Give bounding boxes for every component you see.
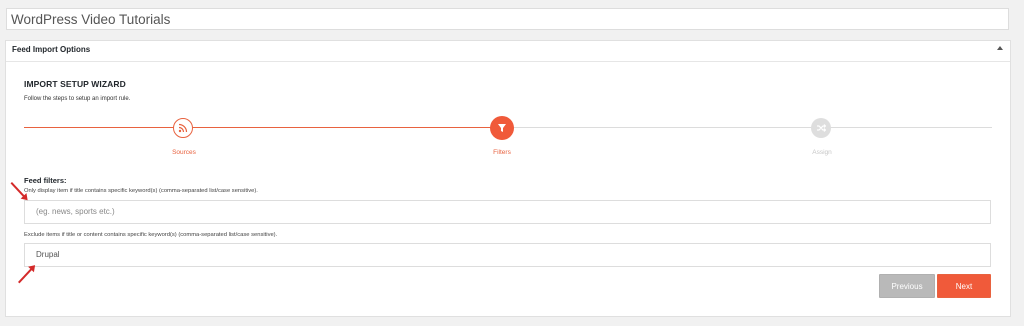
post-title-input[interactable]: WordPress Video Tutorials bbox=[6, 8, 1009, 30]
step-filters[interactable] bbox=[490, 116, 514, 140]
wizard-progress-line-inactive bbox=[502, 127, 992, 128]
step-label-assign: Assign bbox=[812, 149, 832, 156]
feed-import-options-metabox: Feed Import Options IMPORT SETUP WIZARD … bbox=[5, 40, 1011, 317]
exclude-keywords-input[interactable]: Drupal bbox=[24, 243, 991, 267]
metabox-title: Feed Import Options bbox=[12, 45, 91, 54]
step-assign[interactable] bbox=[811, 118, 831, 138]
wizard-heading: IMPORT SETUP WIZARD bbox=[24, 79, 126, 89]
include-keywords-input[interactable]: (eg. news, sports etc.) bbox=[24, 200, 991, 224]
next-button[interactable]: Next bbox=[937, 274, 991, 298]
shuffle-icon bbox=[817, 124, 826, 132]
previous-button[interactable]: Previous bbox=[879, 274, 935, 298]
arrow-up-icon[interactable] bbox=[997, 46, 1003, 50]
wizard-description: Follow the steps to setup an import rule… bbox=[24, 96, 131, 102]
step-label-filters: Filters bbox=[493, 149, 511, 156]
step-sources[interactable] bbox=[173, 118, 193, 138]
step-label-sources: Sources bbox=[172, 149, 196, 156]
wizard-progress-line-active bbox=[24, 127, 502, 128]
exclude-keywords-label: Exclude items if title or content contai… bbox=[24, 232, 278, 238]
filter-icon bbox=[498, 124, 506, 132]
metabox-header[interactable]: Feed Import Options bbox=[6, 41, 1010, 62]
include-keywords-label: Only display item if title contains spec… bbox=[24, 188, 258, 194]
feed-filters-heading: Feed filters: bbox=[24, 176, 67, 185]
rss-icon bbox=[178, 123, 188, 133]
